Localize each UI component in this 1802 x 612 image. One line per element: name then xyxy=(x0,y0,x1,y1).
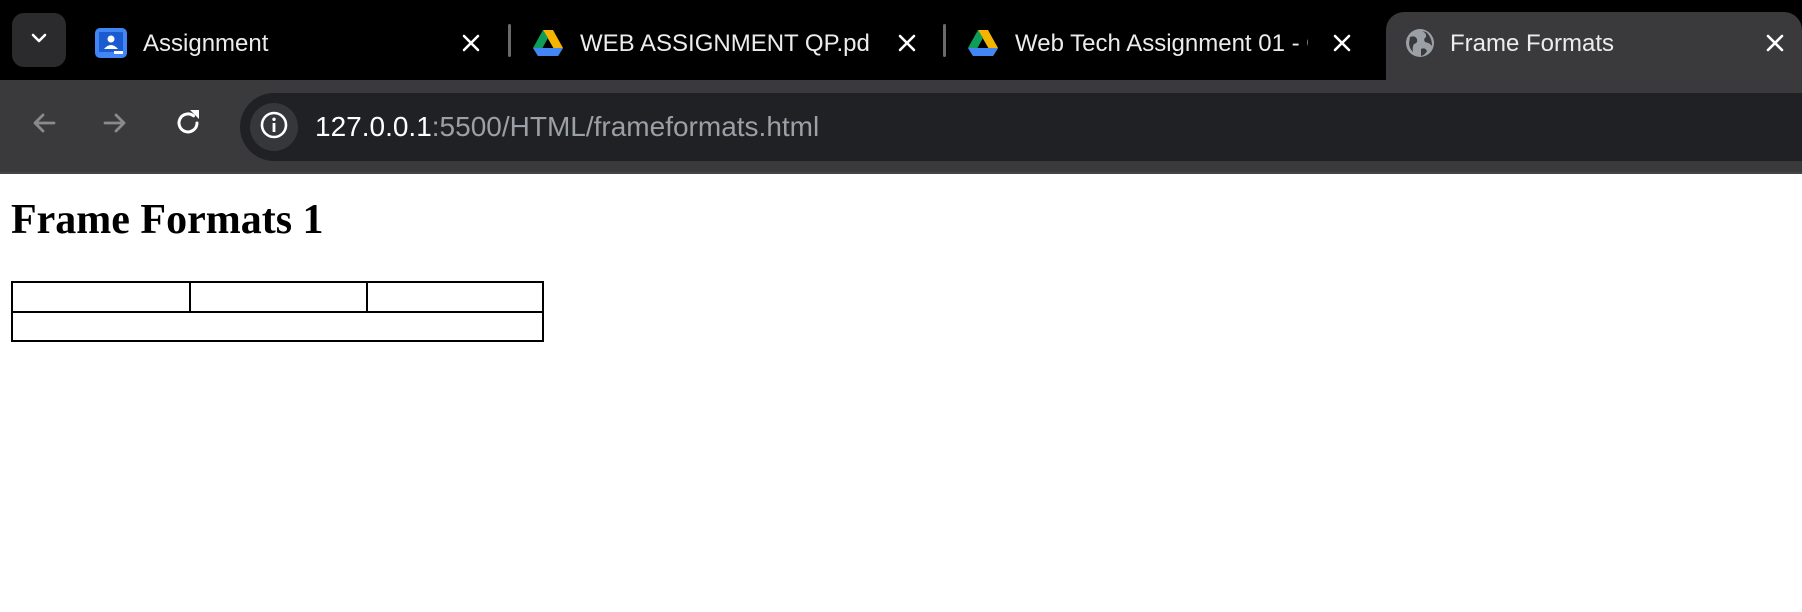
close-icon[interactable] xyxy=(1329,30,1355,56)
tab-title: Frame Formats xyxy=(1450,30,1615,57)
address-bar[interactable]: 127.0.0.1:5500/HTML/frameformats.html xyxy=(240,93,1802,161)
google-classroom-icon xyxy=(95,27,127,59)
close-icon[interactable] xyxy=(894,30,920,56)
reload-button[interactable] xyxy=(166,103,210,147)
info-icon xyxy=(259,110,289,145)
tab-assignment[interactable]: Assignment xyxy=(95,12,485,80)
tab-frame-formats[interactable]: Frame Formats xyxy=(1386,12,1802,80)
tab-separator xyxy=(943,24,946,57)
tab-web-assignment-qp[interactable]: WEB ASSIGNMENT QP.pdf - xyxy=(532,12,922,80)
google-drive-icon xyxy=(532,27,564,59)
chevron-down-icon xyxy=(29,31,49,50)
frame-cell xyxy=(13,283,191,313)
close-icon[interactable] xyxy=(458,30,484,56)
close-icon[interactable] xyxy=(1762,30,1788,56)
url-path: :5500/HTML/frameformats.html xyxy=(431,111,820,142)
toolbar: 127.0.0.1:5500/HTML/frameformats.html xyxy=(0,80,1802,172)
page-heading: Frame Formats 1 xyxy=(11,197,324,243)
tab-separator xyxy=(508,24,511,57)
globe-icon xyxy=(1404,27,1436,59)
tab-title: WEB ASSIGNMENT QP.pdf - xyxy=(580,30,870,57)
arrow-left-icon xyxy=(29,108,59,143)
frame-cell-bottom xyxy=(13,313,542,340)
tab-search-button[interactable] xyxy=(12,13,66,67)
forward-button[interactable] xyxy=(93,103,137,147)
back-button[interactable] xyxy=(22,103,66,147)
google-drive-icon xyxy=(967,27,999,59)
reload-icon xyxy=(172,107,204,144)
site-info-button[interactable] xyxy=(250,103,298,151)
tab-strip: Assignment WEB ASSIGNMENT QP.pdf - Web T… xyxy=(0,0,1802,80)
frame-cell xyxy=(191,283,368,313)
tab-web-tech-assignment[interactable]: Web Tech Assignment 01 - G xyxy=(967,12,1357,80)
url-text[interactable]: 127.0.0.1:5500/HTML/frameformats.html xyxy=(315,108,819,146)
arrow-right-icon xyxy=(100,108,130,143)
frame-cell xyxy=(368,283,542,313)
toolbar-divider xyxy=(0,172,1802,174)
tab-title: Web Tech Assignment 01 - G xyxy=(1015,30,1308,57)
tab-title: Assignment xyxy=(143,30,269,57)
url-host: 127.0.0.1 xyxy=(315,111,432,142)
frameset-table xyxy=(11,281,544,342)
